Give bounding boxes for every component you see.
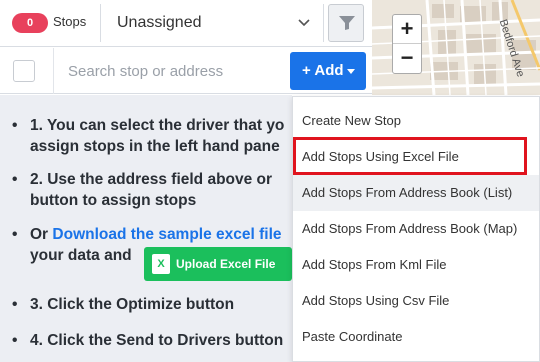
zoom-out-button[interactable]: − xyxy=(393,44,421,73)
bullet-icon: • xyxy=(12,332,18,349)
menu-item-paste-coordinate[interactable]: Paste Coordinate xyxy=(293,319,539,355)
stops-header: 0 Stops Unassigned xyxy=(0,0,372,47)
stops-label: Stops xyxy=(53,14,87,29)
menu-item-create-new-stop[interactable]: Create New Stop xyxy=(293,103,539,139)
bullet-icon: • xyxy=(12,117,18,134)
bullet-icon: • xyxy=(12,171,18,188)
excel-file-icon: X xyxy=(152,254,170,274)
select-all-cell xyxy=(0,48,54,94)
filter-button[interactable] xyxy=(328,4,364,42)
instruction-step-2: • 2. Use the address field above or butto… xyxy=(12,171,273,209)
search-input[interactable] xyxy=(56,52,288,90)
menu-item-address-book-list[interactable]: Add Stops From Address Book (List) xyxy=(293,175,539,211)
stops-count-badge: 0 xyxy=(12,13,48,33)
search-row: + Add xyxy=(0,48,372,94)
instructions-panel: • 1. You can select the driver that yo as… xyxy=(0,95,292,362)
zoom-in-button[interactable]: + xyxy=(393,15,421,44)
upload-excel-button[interactable]: X Upload Excel File xyxy=(144,247,292,281)
add-button[interactable]: + Add xyxy=(290,52,366,90)
instruction-step-3: • 3. Click the Optimize button xyxy=(12,296,235,313)
bullet-icon: • xyxy=(12,296,18,313)
filter-icon xyxy=(339,16,355,30)
map-view[interactable]: Bedford Ave + − xyxy=(372,0,540,95)
driver-select[interactable]: Unassigned xyxy=(100,4,324,42)
select-all-checkbox[interactable] xyxy=(13,60,35,82)
highlight-box xyxy=(293,137,527,175)
menu-item-kml-file[interactable]: Add Stops From Kml File xyxy=(293,247,539,283)
driver-select-value: Unassigned xyxy=(117,14,202,31)
menu-item-address-book-map[interactable]: Add Stops From Address Book (Map) xyxy=(293,211,539,247)
bullet-icon: • xyxy=(12,226,18,243)
instruction-step-4: • 4. Click the Send to Drivers button xyxy=(12,332,284,349)
zoom-control: + − xyxy=(392,14,422,74)
instruction-step-1: • 1. You can select the driver that yo as… xyxy=(12,117,285,155)
add-button-label: + Add xyxy=(302,62,344,79)
download-sample-link[interactable]: Download the sample excel file xyxy=(52,226,281,243)
chevron-down-icon xyxy=(298,19,310,27)
menu-item-csv-file[interactable]: Add Stops Using Csv File xyxy=(293,283,539,319)
add-dropdown-menu: Create New Stop Add Stops Using Excel Fi… xyxy=(292,96,540,362)
upload-excel-label: Upload Excel File xyxy=(176,257,276,271)
caret-down-icon xyxy=(347,69,355,74)
